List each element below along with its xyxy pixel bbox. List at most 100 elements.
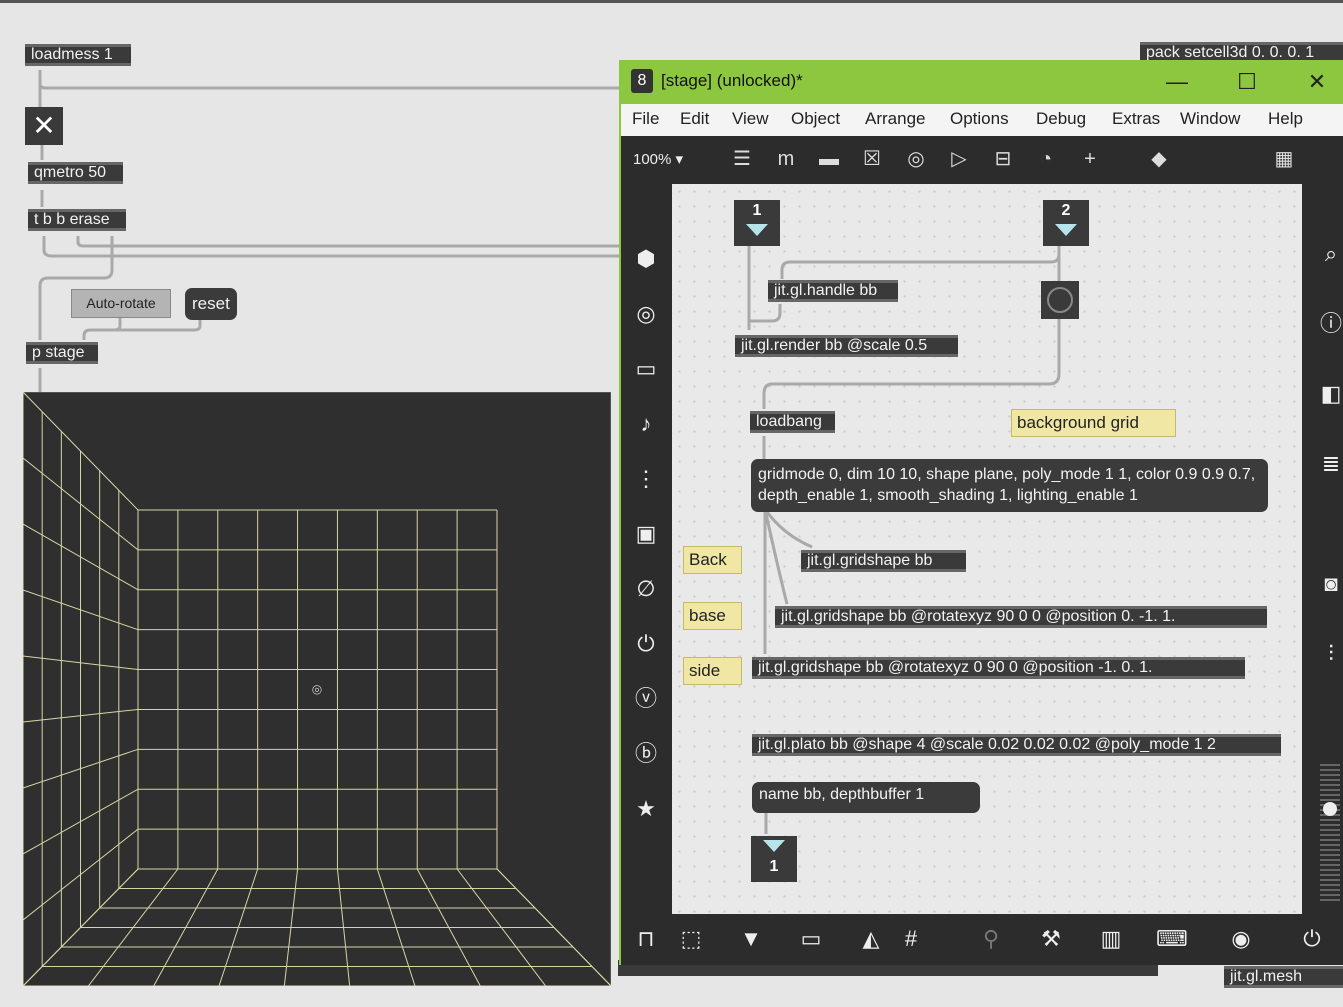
- menu-window[interactable]: Window: [1180, 109, 1240, 129]
- select-arrow-icon[interactable]: ⬚: [676, 924, 706, 954]
- jit-gl-handle-object[interactable]: jit.gl.handle bb: [768, 280, 898, 302]
- name-bb-message[interactable]: name bb, depthbuffer 1: [752, 782, 980, 813]
- toggle-icon[interactable]: ☒: [859, 146, 885, 172]
- menu-debug[interactable]: Debug: [1036, 109, 1086, 129]
- menu-options[interactable]: Options: [950, 109, 1009, 129]
- bottom-toolbar: ⊓ ⬚ ▼ ▭ ◭ # ⚲ ⚒ ▥ ⌨ ◉ ⏻: [621, 914, 1343, 965]
- max-app-icon: 8: [631, 69, 653, 93]
- base-comment: base: [683, 602, 742, 630]
- bang-circle-icon: [1047, 287, 1073, 313]
- connect-icon[interactable]: ⚲: [976, 924, 1006, 954]
- slider-knob[interactable]: [1323, 802, 1337, 816]
- close-x-icon: ✕: [32, 110, 56, 141]
- presentation-icon[interactable]: ▼: [736, 924, 766, 954]
- paperclip-icon[interactable]: ∅: [631, 574, 661, 604]
- minimize-button[interactable]: —: [1154, 66, 1200, 98]
- plug-icon[interactable]: ⏻: [631, 629, 661, 659]
- search-icon[interactable]: ⌕: [1316, 239, 1343, 269]
- menu-arrange[interactable]: Arrange: [865, 109, 925, 129]
- toolbar: 100% ▾ ☰ m ▬ ☒ ◎ ▷ ⊟ ◔ + ◆ ▦: [621, 136, 1343, 184]
- columns-icon[interactable]: ◧: [1316, 379, 1343, 409]
- keyboard-icon[interactable]: ⌨: [1156, 924, 1188, 954]
- jit-gl-gridshape-base-object[interactable]: jit.gl.gridshape bb @rotatexyz 90 0 0 @p…: [775, 606, 1267, 628]
- info-icon[interactable]: ⓘ: [1316, 309, 1343, 339]
- outlet-1[interactable]: 1: [751, 836, 797, 882]
- lock-icon[interactable]: ⊓: [631, 924, 661, 954]
- piano-keys-icon[interactable]: ▥: [1096, 924, 1126, 954]
- right-sidebar: ⌕ ⓘ ◧ ≣ ◙ ⫶: [1302, 184, 1343, 914]
- comment-icon[interactable]: ▬: [816, 146, 842, 172]
- image-icon[interactable]: ▣: [631, 519, 661, 549]
- jit-gl-render-object[interactable]: jit.gl.render bb @scale 0.5: [735, 335, 958, 357]
- new-object-icon[interactable]: ☰: [729, 146, 755, 172]
- wrench-icon[interactable]: ⚒: [1036, 924, 1066, 954]
- volume-slider[interactable]: [1320, 764, 1340, 904]
- auto-rotate-button[interactable]: Auto-rotate: [71, 289, 171, 318]
- stage-patcher-window[interactable]: 8 [stage] (unlocked)* — ☐ ✕ File Edit Vi…: [619, 60, 1343, 965]
- grid-icon[interactable]: #: [896, 924, 926, 954]
- vizzie-icon[interactable]: ⓥ: [631, 684, 661, 714]
- menu-file[interactable]: File: [632, 109, 659, 129]
- side-comment: side: [683, 657, 742, 685]
- menu-extras[interactable]: Extras: [1112, 109, 1160, 129]
- p-stage-object[interactable]: p stage: [26, 342, 98, 364]
- transport-play-icon[interactable]: ◉: [1226, 924, 1256, 954]
- add-icon[interactable]: +: [1077, 146, 1103, 172]
- qmetro-object[interactable]: qmetro 50: [28, 162, 123, 184]
- dial-icon[interactable]: ◔: [1033, 146, 1059, 172]
- button-icon[interactable]: ◎: [903, 146, 929, 172]
- power-icon[interactable]: ⏻: [1297, 924, 1327, 954]
- mixer-icon[interactable]: ⫶: [1316, 639, 1343, 669]
- maximize-button[interactable]: ☐: [1224, 66, 1270, 98]
- layers-icon[interactable]: ▭: [796, 924, 826, 954]
- title-bar[interactable]: 8 [stage] (unlocked)* — ☐ ✕: [619, 60, 1343, 104]
- trigger-object[interactable]: t b b erase: [28, 209, 126, 231]
- reset-message[interactable]: reset: [185, 288, 237, 320]
- inlet-2-label: 2: [1061, 202, 1071, 219]
- outlet-1-label: 1: [769, 858, 779, 875]
- message-box-icon[interactable]: m: [773, 146, 799, 172]
- camera-icon[interactable]: ◙: [1316, 569, 1343, 599]
- bang-button[interactable]: [1041, 281, 1079, 319]
- beap-icon[interactable]: ⓑ: [631, 739, 661, 769]
- jit-gl-mesh-object[interactable]: jit.gl.mesh: [1224, 966, 1343, 988]
- slider-icon[interactable]: ⊟: [990, 146, 1016, 172]
- loadbang-object[interactable]: loadbang: [750, 411, 835, 433]
- target-icon[interactable]: ◎: [631, 299, 661, 329]
- film-icon[interactable]: ▭: [631, 354, 661, 384]
- music-note-icon[interactable]: ♪: [631, 409, 661, 439]
- close-button[interactable]: ✕: [1294, 66, 1340, 98]
- inlet-1[interactable]: 1: [734, 200, 780, 246]
- favorites-star-icon[interactable]: ★: [631, 794, 661, 824]
- package-icon[interactable]: ⬢: [631, 244, 661, 274]
- left-sidebar: ⬢ ◎ ▭ ♪ ⋮ ▣ ∅ ⏻ ⓥ ⓑ ★: [621, 184, 672, 914]
- patcher-canvas[interactable]: 1 2 jit.gl.handle bb jit.gl.render bb @s…: [672, 184, 1302, 914]
- menu-object[interactable]: Object: [791, 109, 840, 129]
- menu-view[interactable]: View: [732, 109, 769, 129]
- arrow-down-icon: [1055, 224, 1077, 236]
- jit-gl-gridshape-object[interactable]: jit.gl.gridshape bb: [801, 550, 966, 572]
- mute-audio-icon[interactable]: ◭: [856, 924, 886, 954]
- background-grid-comment: background grid: [1011, 409, 1176, 437]
- arrow-down-icon: [763, 840, 785, 852]
- jit-gl-gridshape-side-object[interactable]: jit.gl.gridshape bb @rotatexyz 0 90 0 @p…: [752, 657, 1245, 679]
- menu-help[interactable]: Help: [1268, 109, 1303, 129]
- menu-edit[interactable]: Edit: [680, 109, 709, 129]
- inlet-2[interactable]: 2: [1043, 200, 1089, 246]
- chevron-down-icon: ▾: [675, 151, 684, 168]
- paint-bucket-icon[interactable]: ◆: [1146, 146, 1172, 172]
- grid-view-icon[interactable]: ▦: [1271, 146, 1297, 172]
- window-title: [stage] (unlocked)*: [661, 71, 803, 90]
- back-comment: Back: [683, 546, 742, 574]
- jit-gl-plato-object[interactable]: jit.gl.plato bb @shape 4 @scale 0.02 0.0…: [752, 734, 1281, 756]
- zoom-dropdown[interactable]: 100% ▾: [633, 150, 683, 168]
- list-icon[interactable]: ≣: [1316, 449, 1343, 479]
- media-play-icon[interactable]: ⋮: [631, 464, 661, 494]
- gridmode-message-text: gridmode 0, dim 10 10, shape plane, poly…: [758, 466, 1256, 504]
- toggle-object[interactable]: ✕: [25, 107, 63, 145]
- render-view[interactable]: ◎: [23, 392, 611, 986]
- loadmess-object[interactable]: loadmess 1: [25, 44, 131, 66]
- playbar-icon[interactable]: ▷: [946, 146, 972, 172]
- gridmode-message[interactable]: gridmode 0, dim 10 10, shape plane, poly…: [751, 459, 1268, 512]
- zoom-level: 100%: [633, 151, 672, 168]
